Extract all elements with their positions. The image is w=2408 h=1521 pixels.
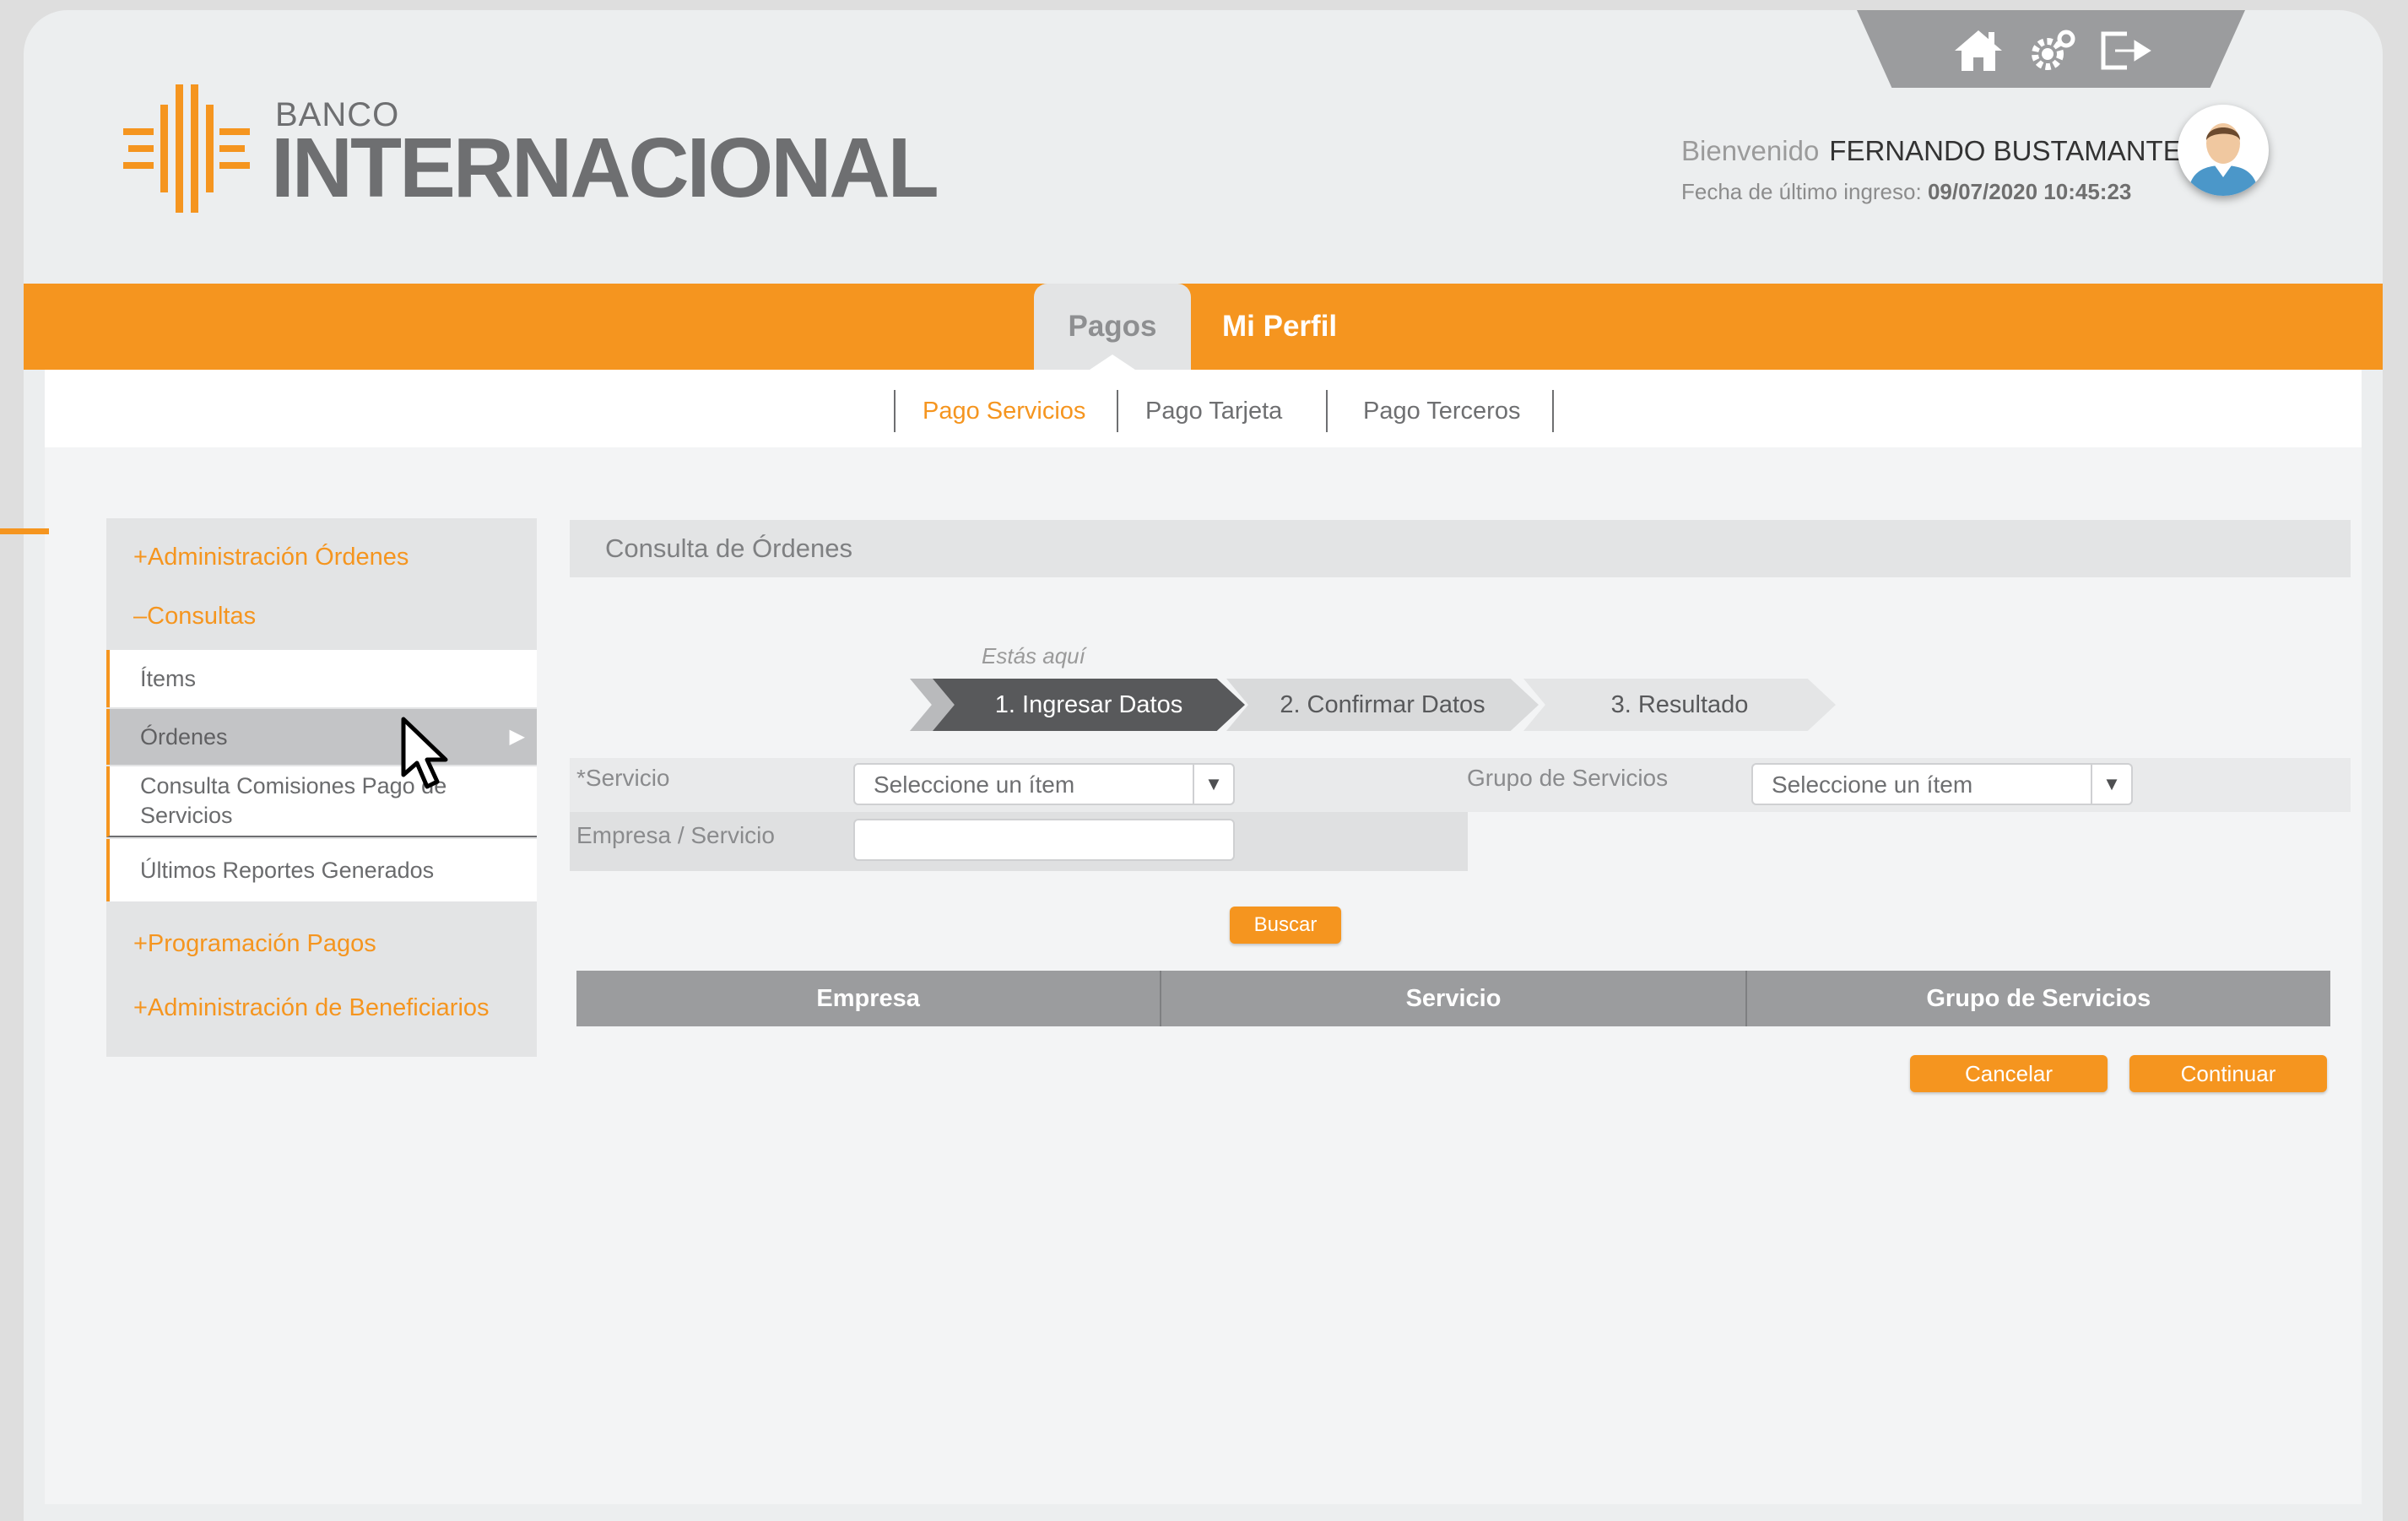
sidebar-item-items[interactable]: Ítems [106,650,537,707]
page-title: Consulta de Órdenes [570,520,2351,577]
settings-icon[interactable] [2026,27,2080,73]
cancel-button[interactable]: Cancelar [1910,1055,2108,1092]
grupo-select-value: Seleccione un ítem [1772,771,1973,798]
sub-nav: Pago Servicios Pago Tarjeta Pago Tercero… [45,370,2362,449]
grupo-servicios-label: Grupo de Servicios [1467,765,1669,791]
welcome-text: Bienvenido FERNANDO BUSTAMANTE [1681,135,2182,167]
step-resultado[interactable]: 3. Resultado [1523,679,1836,731]
top-icon-bar [1857,10,2245,88]
main-nav-bar [24,284,2383,370]
sidebar-item-reportes[interactable]: Últimos Reportes Generados [106,839,537,901]
avatar[interactable] [2178,105,2269,196]
sidebar-admin-ordenes[interactable]: +Administración Órdenes [106,528,537,586]
subtab-pago-servicios[interactable]: Pago Servicios [923,390,1085,432]
welcome-label: Bienvenido [1681,135,1820,166]
sidebar-item-label: Órdenes [140,723,228,750]
content-area: +Administración Órdenes –Consultas Ítems… [45,447,2362,1504]
chevron-down-icon: ▼ [2091,765,2131,804]
sidebar-consultas[interactable]: –Consultas [106,587,537,645]
last-login-value: 09/07/2020 10:45:23 [1927,179,2132,204]
app-window: BANCO INTERNACIONAL Bienvenido FERNANDO B… [24,10,2383,1521]
breadcrumb-hint: Estás aquí [982,643,1085,668]
continue-button[interactable]: Continuar [2129,1055,2327,1092]
subtab-pago-tarjeta[interactable]: Pago Tarjeta [1145,390,1282,432]
servicio-label: *Servicio [576,765,670,791]
sidebar-item-comisiones[interactable]: Consulta Comisiones Pago de Servicios [106,766,537,837]
chevron-down-icon: ▼ [1193,765,1233,804]
subtab-pago-terceros[interactable]: Pago Terceros [1363,390,1520,432]
subnav-divider [894,390,896,432]
servicio-select[interactable]: Seleccione un ítem ▼ [853,763,1235,805]
last-login-label: Fecha de último ingreso: [1681,179,1922,204]
subnav-divider [1117,390,1118,432]
logout-icon[interactable] [2098,27,2152,73]
last-login: Fecha de último ingreso: 09/07/2020 10:4… [1681,179,2131,205]
user-name: FERNANDO BUSTAMANTE [1829,135,2182,166]
servicio-select-value: Seleccione un ítem [874,771,1075,798]
empresa-servicio-input[interactable] [853,819,1235,861]
results-table-header: Empresa Servicio Grupo de Servicios [576,971,2330,1026]
grupo-servicios-select[interactable]: Seleccione un ítem ▼ [1751,763,2133,805]
step-ingresar-datos[interactable]: 1. Ingresar Datos [933,679,1245,731]
bank-logo: BANCO INTERNACIONAL [123,84,939,228]
sidebar-item-ordenes[interactable]: Órdenes ▶ [106,709,537,765]
mouse-cursor-icon [401,717,448,789]
logo-main-text: INTERNACIONAL [271,121,939,215]
step-confirmar-datos[interactable]: 2. Confirmar Datos [1226,679,1539,731]
logo-mark-icon [123,84,250,213]
sidebar-programacion-pagos[interactable]: +Programación Pagos [106,915,537,972]
active-tab-pointer [1087,355,1138,371]
subnav-divider [1326,390,1328,432]
user-avatar-icon [2179,106,2267,196]
subnav-divider [1552,390,1554,432]
empresa-servicio-label: Empresa / Servicio [576,822,775,848]
column-header-empresa[interactable]: Empresa [576,971,1162,1026]
column-header-grupo-servicios[interactable]: Grupo de Servicios [1747,971,2330,1026]
sidebar-indicator [0,528,49,534]
sidebar: +Administración Órdenes –Consultas Ítems… [106,518,537,1057]
sidebar-admin-beneficiarios[interactable]: +Administración de Beneficiarios [106,979,537,1037]
buscar-button[interactable]: Buscar [1230,907,1341,944]
tab-mi-perfil[interactable]: Mi Perfil [1222,284,1337,370]
arrow-right-icon: ▶ [509,725,525,748]
column-header-servicio[interactable]: Servicio [1161,971,1747,1026]
home-icon[interactable] [1951,27,2005,73]
